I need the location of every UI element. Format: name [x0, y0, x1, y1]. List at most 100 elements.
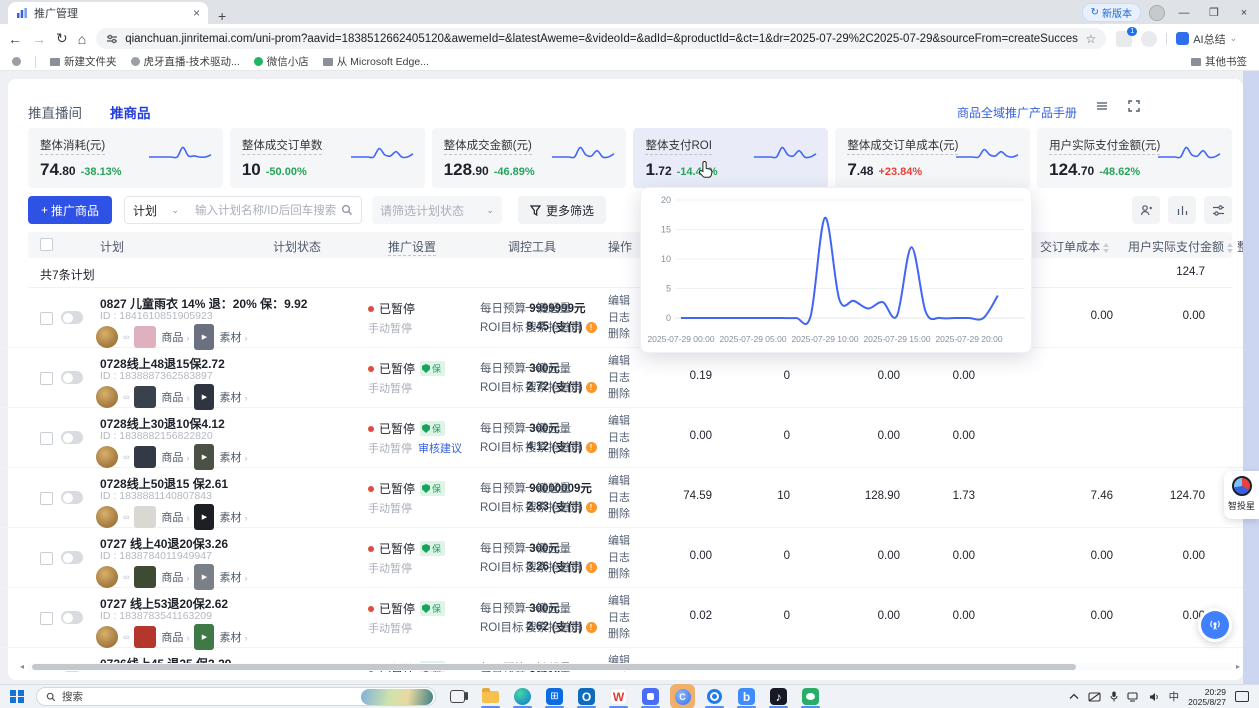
material-link[interactable]: 素材 › — [219, 329, 247, 345]
other-bookmarks[interactable]: 其他书签 — [1191, 54, 1247, 69]
log-link[interactable]: 日志 — [608, 310, 630, 327]
log-link[interactable]: 日志 — [608, 490, 630, 507]
row-checkbox[interactable] — [40, 312, 53, 325]
weather-widget-image[interactable] — [361, 689, 433, 705]
info-icon[interactable]: ! — [586, 382, 597, 393]
task-view-icon[interactable] — [450, 690, 465, 703]
sort-icon[interactable] — [1227, 243, 1233, 253]
row-checkbox[interactable] — [40, 552, 53, 565]
product-thumbnail[interactable] — [134, 386, 156, 408]
taskbar-app-blue-app-2[interactable]: b — [737, 687, 756, 706]
taskbar-app-ms-store[interactable]: ⊞ — [545, 687, 564, 706]
material-thumbnail[interactable] — [194, 504, 214, 530]
material-link[interactable]: 素材 › — [219, 449, 247, 465]
edit-link[interactable]: 编辑 — [608, 473, 630, 490]
browser-tab[interactable]: 推广管理 × — [8, 2, 208, 24]
sort-icon[interactable] — [1103, 243, 1109, 253]
taskbar-app-douyin[interactable]: ♪ — [769, 687, 788, 706]
one-key-boost-link[interactable]: 一键起量 — [525, 600, 571, 616]
taskbar-app-wechat[interactable] — [801, 687, 820, 706]
search-first-screen-link[interactable]: 搜索抢首屏 — [525, 619, 583, 635]
header-tools[interactable]: 调控工具 — [508, 238, 556, 255]
taskbar-search[interactable]: 搜索 — [36, 687, 436, 706]
product-link[interactable]: 商品 › — [161, 509, 189, 525]
product-thumbnail[interactable] — [134, 566, 156, 588]
stat-card[interactable]: 整体成交订单成本(元) 7.48+23.84% — [835, 128, 1030, 188]
extension-icon[interactable]: 1 — [1116, 31, 1132, 47]
info-icon[interactable]: ! — [586, 322, 597, 333]
taskbar-app-blue-app[interactable] — [641, 687, 660, 706]
search-first-screen-link[interactable]: 搜索抢首屏 — [525, 319, 583, 335]
one-key-boost-link[interactable]: 一键起量 — [525, 300, 571, 316]
one-key-boost-link[interactable]: 一键起量 — [525, 420, 571, 436]
log-link[interactable]: 日志 — [608, 550, 630, 567]
stat-card[interactable]: 整体成交金额(元) 128.90-46.89% — [432, 128, 627, 188]
promote-product-button[interactable]: +推广商品 — [28, 196, 112, 224]
row-toggle-switch[interactable] — [61, 311, 83, 324]
log-link[interactable]: 日志 — [608, 430, 630, 447]
product-link[interactable]: 商品 › — [161, 449, 189, 465]
row-toggle-switch[interactable] — [61, 611, 83, 624]
edit-link[interactable]: 编辑 — [608, 533, 630, 550]
select-all-checkbox[interactable] — [40, 238, 53, 251]
one-key-boost-link[interactable]: 一键起量 — [525, 360, 571, 376]
delete-link[interactable]: 删除 — [608, 626, 630, 643]
fullscreen-icon[interactable] — [1123, 99, 1145, 121]
taskbar-app-blue-ring-app[interactable] — [705, 687, 724, 706]
product-thumbnail[interactable] — [134, 446, 156, 468]
taskbar-app-wps[interactable]: W — [609, 687, 628, 706]
edit-link[interactable]: 编辑 — [608, 293, 630, 310]
one-key-boost-link[interactable]: 一键起量 — [525, 480, 571, 496]
product-link[interactable]: 商品 › — [161, 629, 189, 645]
touchpad-off-icon[interactable] — [1088, 692, 1101, 702]
bookmark-huya[interactable]: 虎牙直播-技术驱动... — [131, 54, 240, 69]
header-user-pay[interactable]: 用户实际支付金额 — [1128, 238, 1233, 255]
delete-link[interactable]: 删除 — [608, 506, 630, 523]
row-toggle-switch[interactable] — [61, 431, 83, 444]
header-order-cost[interactable]: 交订单成本 — [1040, 238, 1109, 255]
microphone-icon[interactable] — [1110, 691, 1118, 702]
minimize-button[interactable]: — — [1173, 7, 1195, 19]
manual-link[interactable]: 商品全域推广产品手册 — [957, 104, 1077, 121]
header-settings[interactable]: 推广设置 — [388, 238, 436, 256]
one-key-boost-link[interactable]: 一键起量 — [525, 540, 571, 556]
material-link[interactable]: 素材 › — [219, 569, 247, 585]
taskbar-app-outlook[interactable]: O — [577, 687, 596, 706]
row-checkbox[interactable] — [40, 612, 53, 625]
scrollbar-thumb[interactable] — [32, 664, 1076, 670]
search-input[interactable]: 输入计划名称/ID后回车搜索 — [187, 196, 362, 224]
log-link[interactable]: 日志 — [608, 370, 630, 387]
edit-link[interactable]: 编辑 — [608, 353, 630, 370]
tab-close-icon[interactable]: × — [193, 7, 200, 19]
material-link[interactable]: 素材 › — [219, 629, 247, 645]
taskbar-app-edge[interactable] — [513, 687, 532, 706]
material-thumbnail[interactable] — [194, 564, 214, 590]
bookmark-weixin[interactable]: 微信小店 — [254, 54, 309, 69]
header-actions[interactable]: 操作 — [608, 238, 632, 255]
ai-summary-button[interactable]: AI总结⌄ — [1176, 31, 1237, 47]
delete-link[interactable]: 删除 — [608, 446, 630, 463]
filter-type-select[interactable]: 计划⌄ — [124, 196, 188, 224]
stat-card[interactable]: 用户实际支付金额(元) 124.70-48.62% — [1037, 128, 1232, 188]
material-link[interactable]: 素材 › — [219, 389, 247, 405]
row-checkbox[interactable] — [40, 372, 53, 385]
search-first-screen-link[interactable]: 搜索抢首屏 — [525, 559, 583, 575]
share-person-icon[interactable] — [1132, 196, 1160, 224]
search-first-screen-link[interactable]: 搜索抢首屏 — [525, 379, 583, 395]
info-icon[interactable]: ! — [586, 562, 597, 573]
restore-button[interactable]: ❐ — [1203, 6, 1225, 19]
taskbar-app-explorer[interactable] — [481, 687, 500, 706]
speaker-icon[interactable] — [1149, 692, 1160, 702]
stat-card[interactable]: 整体成交订单数 10-50.00% — [230, 128, 425, 188]
tray-chevron-up-icon[interactable] — [1069, 693, 1079, 700]
ime-indicator[interactable]: 中 — [1169, 689, 1180, 704]
row-toggle-switch[interactable] — [61, 491, 83, 504]
back-icon[interactable]: ← — [8, 31, 22, 47]
product-thumbnail[interactable] — [134, 626, 156, 648]
bookmark-edge-import[interactable]: 从 Microsoft Edge... — [323, 54, 429, 69]
tab-live-room[interactable]: 推直播间 — [28, 102, 82, 122]
delete-link[interactable]: 删除 — [608, 386, 630, 403]
settings-sliders-icon[interactable] — [1204, 196, 1232, 224]
review-suggestion-link[interactable]: 审核建议 — [418, 440, 462, 456]
zhitouxing-widget[interactable]: 智投星 — [1224, 471, 1259, 519]
